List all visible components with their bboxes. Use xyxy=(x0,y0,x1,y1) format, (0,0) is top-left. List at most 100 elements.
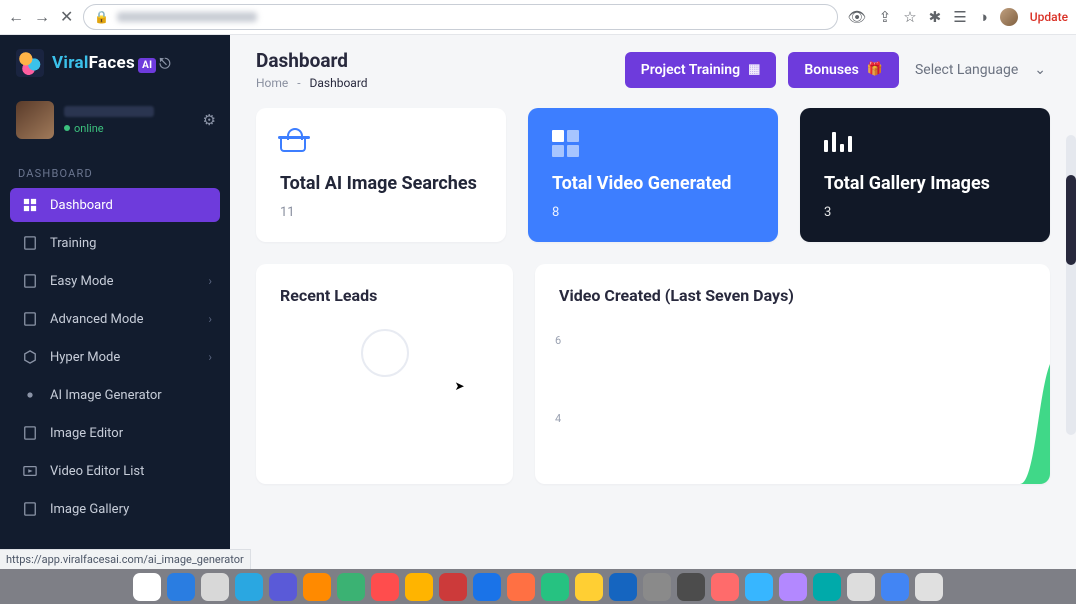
sidebar-item-video-editor-list[interactable]: Video Editor List xyxy=(10,454,220,488)
dock-app-3[interactable] xyxy=(235,573,263,601)
sidebar-item-label: Easy Mode xyxy=(50,274,114,289)
card-video-value: 8 xyxy=(552,205,754,220)
brand[interactable]: ViralFacesAI⎋ xyxy=(0,35,230,91)
dock-app-20[interactable] xyxy=(813,573,841,601)
chevron-right-icon: › xyxy=(208,274,212,288)
dock-app-0[interactable] xyxy=(133,573,161,601)
panel-video-chart: Video Created (Last Seven Days) 6 4 xyxy=(535,264,1050,484)
stop-icon[interactable]: ✕ xyxy=(60,9,73,25)
card-gallery-label: Total Gallery Images xyxy=(824,172,1026,195)
dock-app-16[interactable] xyxy=(677,573,705,601)
brand-logo-icon xyxy=(16,49,44,77)
star-icon[interactable]: ☆ xyxy=(903,8,916,26)
dock-app-13[interactable] xyxy=(575,573,603,601)
sidebar-nav: Dashboard Training Easy Mode › Advanced Mode… xyxy=(0,188,230,526)
sidebar-item-label: Training xyxy=(50,236,96,251)
bonuses-button[interactable]: Bonuses 🎁 xyxy=(788,52,899,88)
dock-app-5[interactable] xyxy=(303,573,331,601)
sidebar-item-label: Image Editor xyxy=(50,426,123,441)
sidebar-item-image-editor[interactable]: Image Editor xyxy=(10,416,220,450)
content-area: Total AI Image Searches 11 Total Video G… xyxy=(230,100,1076,504)
back-icon[interactable]: ← xyxy=(8,9,24,25)
doc-icon xyxy=(22,235,38,251)
incognito-icon[interactable]: ◑ xyxy=(979,8,988,26)
sidebar-item-dashboard[interactable]: Dashboard xyxy=(10,188,220,222)
bars-icon xyxy=(824,130,852,154)
dock-app-10[interactable] xyxy=(473,573,501,601)
sidebar-item-ai-image-generator[interactable]: AI Image Generator xyxy=(10,378,220,412)
project-training-label: Project Training xyxy=(641,62,740,78)
gear-icon[interactable]: ⚙ xyxy=(203,111,216,129)
sidebar-item-hyper-mode[interactable]: Hyper Mode› xyxy=(10,340,220,374)
gift-icon: 🎁 xyxy=(867,62,883,77)
doc-icon xyxy=(22,501,38,517)
sidebar-section-heading: DASHBOARD xyxy=(0,145,230,188)
browser-nav: ← → ✕ xyxy=(8,9,73,25)
doc-icon xyxy=(22,273,38,289)
cursor-icon: ➤ xyxy=(455,379,465,393)
card-video-generated: Total Video Generated 8 xyxy=(528,108,778,242)
dock-app-19[interactable] xyxy=(779,573,807,601)
topbar-right: Project Training ▦ Bonuses 🎁 Select Lang… xyxy=(625,52,1050,88)
dock-app-9[interactable] xyxy=(439,573,467,601)
doc-icon xyxy=(22,425,38,441)
macos-dock xyxy=(0,569,1076,604)
loading-spinner-icon: ➤ xyxy=(361,329,409,377)
training-icon: ▦ xyxy=(748,62,760,77)
sidebar-item-label: Image Gallery xyxy=(50,502,129,517)
user-avatar[interactable] xyxy=(16,101,54,139)
update-button[interactable]: Update xyxy=(1030,10,1068,24)
share-icon[interactable]: ⇪ xyxy=(879,8,892,26)
dock-app-17[interactable] xyxy=(711,573,739,601)
stat-cards-row: Total AI Image Searches 11 Total Video G… xyxy=(256,108,1050,242)
dock-app-4[interactable] xyxy=(269,573,297,601)
dock-app-8[interactable] xyxy=(405,573,433,601)
dock-app-2[interactable] xyxy=(201,573,229,601)
brand-tail-icon: ⎋ xyxy=(159,56,170,72)
address-bar[interactable]: 🔒 xyxy=(83,4,837,30)
sidebar-item-training[interactable]: Training xyxy=(10,226,220,260)
dock-app-22[interactable] xyxy=(881,573,909,601)
dock-app-7[interactable] xyxy=(371,573,399,601)
profile-avatar-icon[interactable] xyxy=(1000,8,1018,26)
url-text xyxy=(117,12,257,22)
sidebar-item-label: Video Editor List xyxy=(50,464,144,479)
eye-off-icon[interactable]: 👁 xyxy=(848,8,867,26)
dock-app-14[interactable] xyxy=(609,573,637,601)
vertical-scrollbar[interactable] xyxy=(1066,135,1076,435)
dock-app-18[interactable] xyxy=(745,573,773,601)
sidebar-item-image-gallery[interactable]: Image Gallery xyxy=(10,492,220,526)
browser-chrome: ← → ✕ 🔒 👁 ⇪ ☆ ✱ ☰ ◑ Update xyxy=(0,0,1076,35)
dock-app-21[interactable] xyxy=(847,573,875,601)
card-ai-searches-label: Total AI Image Searches xyxy=(280,172,482,195)
recent-leads-title: Recent Leads xyxy=(280,286,489,305)
language-select[interactable]: Select Language ⌄ xyxy=(911,56,1050,84)
dock-app-1[interactable] xyxy=(167,573,195,601)
dock-app-23[interactable] xyxy=(915,573,943,601)
sidebar-item-advanced-mode[interactable]: Advanced Mode› xyxy=(10,302,220,336)
sidebar-item-label: AI Image Generator xyxy=(50,388,162,403)
hex-icon xyxy=(22,349,38,365)
language-label: Select Language xyxy=(915,62,1018,78)
brand-part1: Viral xyxy=(52,53,89,73)
dot-icon xyxy=(22,387,38,403)
breadcrumb-home[interactable]: Home xyxy=(256,76,288,90)
project-training-button[interactable]: Project Training ▦ xyxy=(625,52,777,88)
dock-app-15[interactable] xyxy=(643,573,671,601)
forward-icon[interactable]: → xyxy=(34,9,50,25)
card-ai-searches: Total AI Image Searches 11 xyxy=(256,108,506,242)
reading-list-icon[interactable]: ☰ xyxy=(953,8,966,26)
panel-recent-leads: Recent Leads ➤ xyxy=(256,264,513,484)
grid-icon xyxy=(552,130,580,154)
breadcrumb: Home - Dashboard xyxy=(256,76,368,90)
sidebar-item-easy-mode[interactable]: Easy Mode › xyxy=(10,264,220,298)
topbar-left: Dashboard Home - Dashboard xyxy=(256,49,368,90)
page-title: Dashboard xyxy=(256,49,368,72)
dock-app-11[interactable] xyxy=(507,573,535,601)
dock-app-6[interactable] xyxy=(337,573,365,601)
extensions-icon[interactable]: ✱ xyxy=(929,8,942,26)
chart-area xyxy=(980,344,1050,484)
dock-app-12[interactable] xyxy=(541,573,569,601)
sidebar: ViralFacesAI⎋ online ⚙ DASHBOARD Dashboa… xyxy=(0,35,230,569)
brand-badge: AI xyxy=(138,58,156,73)
